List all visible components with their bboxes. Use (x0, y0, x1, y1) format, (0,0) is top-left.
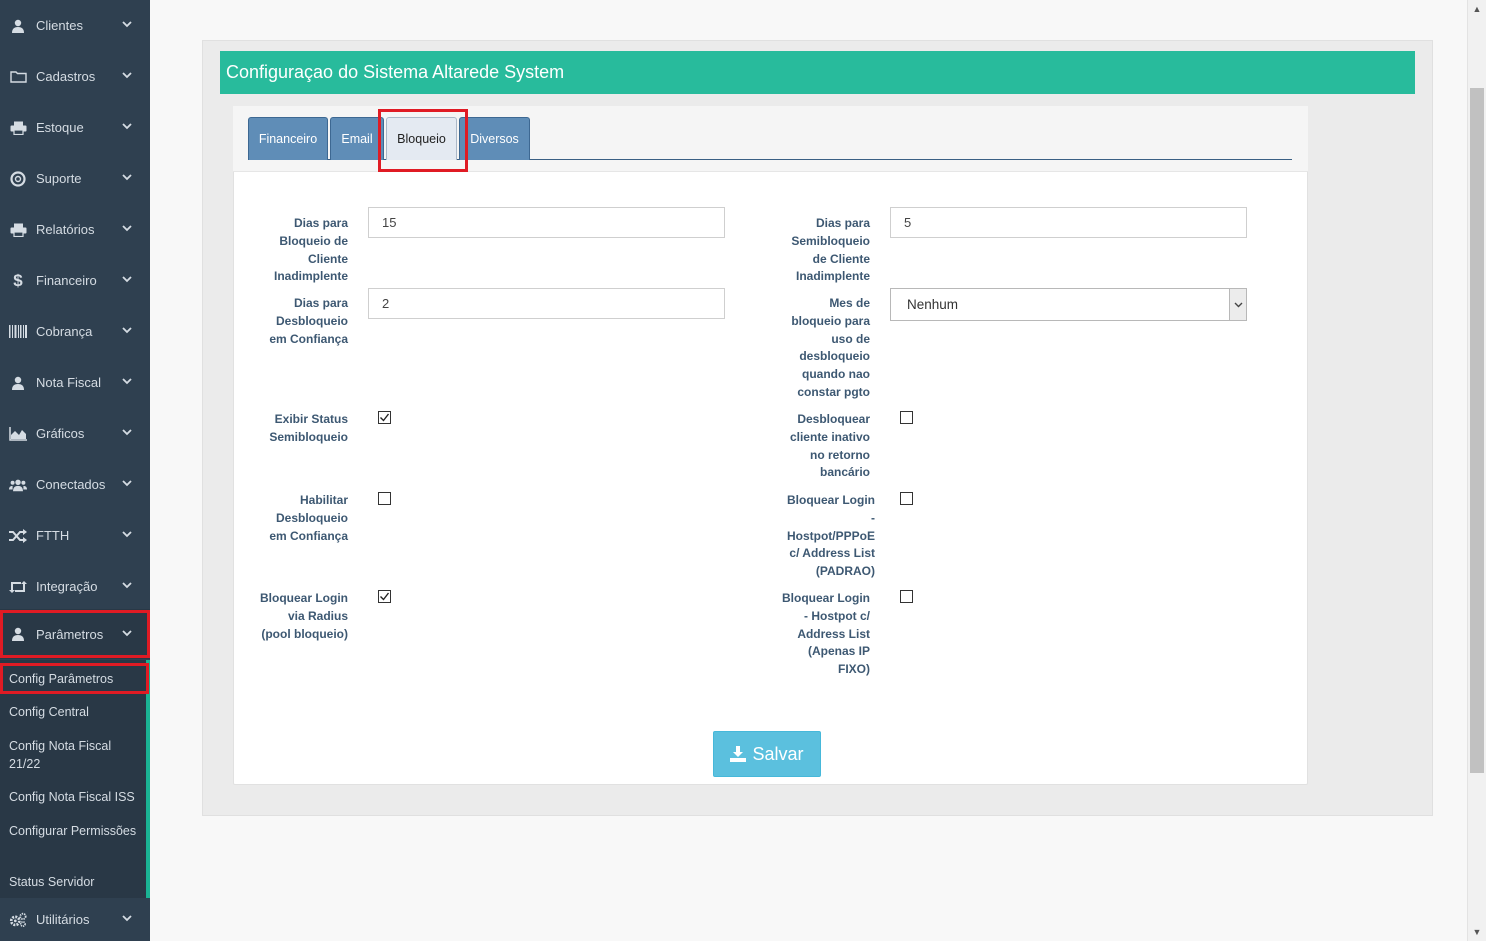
chevron-down-icon (122, 20, 132, 31)
printer-icon (9, 222, 27, 238)
label-mes-bloqueio: Mes de bloqueio para uso de desbloqueio … (791, 296, 870, 399)
label-bloquear-radius: Bloquear Login via Radius (pool bloqueio… (260, 591, 348, 641)
sidebar-item-label: Utilitários (36, 912, 90, 927)
label-desbloquear-inativo: Desbloquear cliente inativo no retorno b… (789, 412, 870, 480)
chevron-down-icon (122, 428, 132, 439)
sidebar-item-utilitarios[interactable]: Utilitários (0, 898, 150, 941)
sidebar-item-label: Conectados (36, 477, 106, 492)
chevron-down-icon (122, 71, 132, 82)
retweet-icon (9, 579, 27, 595)
dias-desbloqueio-input[interactable]: 2 (368, 288, 725, 319)
submenu-item-config-nota-fiscal-21-22[interactable]: Config Nota Fiscal 21/22 (9, 737, 144, 773)
sidebar-item-label: Suporte (36, 171, 82, 186)
chevron-down-icon (122, 530, 132, 541)
tab-diversos[interactable]: Diversos (459, 117, 530, 160)
submenu-parametros: Config Parâmetros Config Central Config … (0, 660, 150, 898)
submenu-item-configurar-permissoes[interactable]: Configurar Permissões (9, 822, 144, 840)
sidebar-item-estoque[interactable]: Estoque (0, 102, 150, 153)
submenu-item-config-parametros[interactable]: Config Parâmetros (9, 670, 144, 688)
sidebar-item-label: Estoque (36, 120, 84, 135)
tab-financeiro[interactable]: Financeiro (248, 117, 328, 160)
scroll-down-icon[interactable]: ▼ (1472, 927, 1482, 937)
sidebar-item-label: Cadastros (36, 69, 96, 84)
bloquear-hostpot-pppoe-checkbox[interactable] (900, 492, 913, 505)
chevron-down-icon (122, 275, 132, 286)
users-icon (9, 477, 27, 493)
exibir-status-checkbox[interactable] (378, 411, 391, 424)
cogs-icon (9, 912, 27, 928)
page-title-text: Configuraçao do Sistema Altarede System (226, 62, 565, 82)
sidebar-item-financeiro[interactable]: $ Financeiro (0, 255, 150, 306)
sidebar-item-label: Financeiro (36, 273, 97, 288)
habilitar-desbloqueio-checkbox[interactable] (378, 492, 391, 505)
sidebar-item-label: Nota Fiscal (36, 375, 102, 390)
barcode-icon (9, 324, 27, 340)
submenu-item-config-nota-fiscal-iss[interactable]: Config Nota Fiscal ISS (9, 788, 144, 806)
chevron-down-icon (122, 914, 132, 925)
sidebar-item-label: Cobrança (36, 324, 93, 339)
dias-semibloqueio-input[interactable]: 5 (890, 207, 1247, 238)
chevron-down-icon[interactable] (1229, 289, 1246, 320)
dias-bloqueio-input[interactable]: 15 (368, 207, 725, 238)
chevron-down-icon (122, 122, 132, 133)
label-dias-bloqueio: Dias para Bloqueio de Cliente Inadimplen… (273, 216, 348, 284)
label-habilitar-desbloqueio: Habilitar Desbloqueio em Confiança (269, 493, 348, 543)
life-ring-icon (9, 170, 27, 187)
sidebar-item-cadastros[interactable]: Cadastros (0, 51, 150, 102)
folder-icon (9, 69, 27, 85)
submenu-item-config-central[interactable]: Config Central (9, 703, 144, 721)
sidebar-item-label: Integração (36, 579, 98, 594)
chevron-down-icon (122, 479, 132, 490)
sidebar-item-label: Relatórios (36, 222, 95, 237)
chevron-down-icon (122, 224, 132, 235)
sidebar-item-parametros[interactable]: Parâmetros (0, 609, 150, 659)
save-button-label: Salvar (752, 743, 804, 764)
desbloquear-inativo-checkbox[interactable] (900, 411, 913, 424)
sidebar-item-cobranca[interactable]: Cobrança (0, 306, 150, 357)
scroll-up-icon[interactable]: ▲ (1472, 4, 1482, 14)
chevron-down-icon (122, 629, 132, 640)
scrollbar-thumb[interactable] (1470, 88, 1484, 773)
sidebar-item-label: Clientes (36, 18, 83, 33)
sidebar-item-relatorios[interactable]: Relatórios (0, 204, 150, 255)
user-icon (9, 626, 27, 642)
sidebar-item-label: Gráficos (36, 426, 85, 441)
label-dias-desbloqueio: Dias para Desbloqueio em Confiança (269, 296, 348, 346)
sidebar-item-conectados[interactable]: Conectados (0, 459, 150, 510)
tab-email[interactable]: Email (330, 117, 384, 160)
dollar-icon: $ (13, 270, 23, 290)
page-title: Configuraçao do Sistema Altarede System (220, 51, 1415, 94)
random-icon (9, 528, 27, 544)
sidebar-item-integracao[interactable]: Integração (0, 561, 150, 612)
sidebar-item-label: FTTH (36, 528, 70, 543)
sidebar-item-graficos[interactable]: Gráficos (0, 408, 150, 459)
chevron-down-icon (122, 377, 132, 388)
user-icon (9, 18, 27, 34)
user-icon (9, 375, 27, 391)
printer-icon (9, 120, 27, 136)
download-icon (730, 746, 747, 762)
mes-bloqueio-select[interactable]: Nenhum (890, 288, 1247, 321)
sidebar-item-nota-fiscal[interactable]: Nota Fiscal (0, 357, 150, 408)
sidebar-item-clientes[interactable]: Clientes (0, 0, 150, 51)
sidebar: Clientes Cadastros Estoque Suporte Relat… (0, 0, 150, 941)
sidebar-item-ftth[interactable]: FTTH (0, 510, 150, 561)
label-dias-semibloqueio: Dias para Semibloqueio de Cliente Inadim… (791, 216, 870, 284)
label-bloquear-hostpot-ip: Bloquear Login - Hostpot c/ Address List… (782, 591, 870, 677)
chevron-down-icon (122, 173, 132, 184)
sidebar-item-label: Parâmetros (36, 626, 104, 642)
label-exibir-status: Exibir Status Semibloqueio (269, 412, 348, 444)
save-button[interactable]: Salvar (713, 731, 821, 777)
chevron-down-icon (122, 326, 132, 337)
tab-bloqueio[interactable]: Bloqueio (386, 117, 457, 160)
label-bloquear-hostpot-pppoe: Bloquear Login - Hostpot/PPPoE c/ Addres… (786, 493, 875, 579)
vertical-scrollbar[interactable]: ▲ ▼ (1467, 0, 1486, 941)
bloquear-hostpot-ip-checkbox[interactable] (900, 590, 913, 603)
bloquear-radius-checkbox[interactable] (378, 590, 391, 603)
sidebar-item-suporte[interactable]: Suporte (0, 153, 150, 204)
chevron-down-icon (122, 581, 132, 592)
mes-bloqueio-value: Nenhum (907, 297, 959, 312)
submenu-item-status-servidor[interactable]: Status Servidor (9, 873, 144, 891)
area-chart-icon (9, 426, 27, 442)
